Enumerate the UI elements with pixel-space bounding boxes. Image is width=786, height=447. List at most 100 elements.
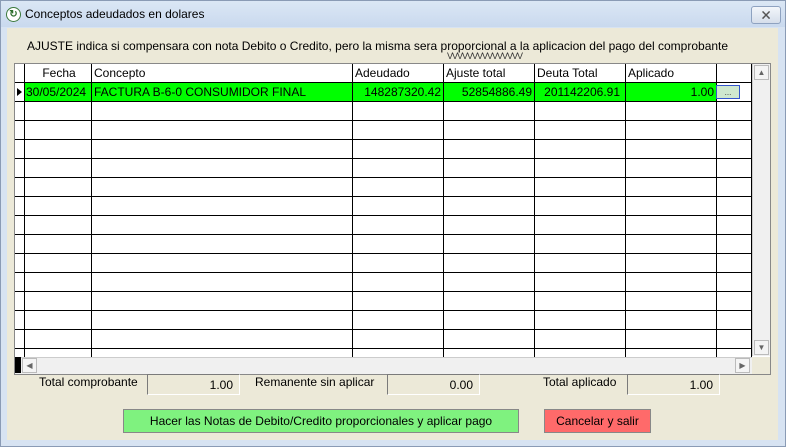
col-header-adeudado[interactable]: Adeudado [353, 64, 444, 82]
empty-cell[interactable] [353, 197, 444, 215]
empty-cell[interactable] [444, 178, 535, 196]
empty-table-row[interactable] [15, 159, 752, 178]
cell-fecha[interactable]: 30/05/2024 [25, 83, 92, 101]
empty-cell[interactable] [535, 273, 626, 291]
empty-cell[interactable] [626, 121, 717, 139]
empty-cell[interactable] [92, 178, 353, 196]
vertical-scrollbar[interactable]: ▲ ▼ [752, 64, 770, 356]
empty-cell[interactable] [353, 292, 444, 310]
empty-cell[interactable] [535, 254, 626, 272]
empty-cell[interactable] [25, 311, 92, 329]
empty-table-row[interactable] [15, 292, 752, 311]
empty-cell[interactable] [626, 159, 717, 177]
empty-cell[interactable] [25, 178, 92, 196]
empty-cell[interactable] [92, 197, 353, 215]
empty-table-row[interactable] [15, 197, 752, 216]
empty-cell[interactable] [444, 216, 535, 234]
empty-cell[interactable] [535, 102, 626, 120]
empty-cell[interactable] [353, 330, 444, 348]
empty-cell[interactable] [717, 292, 752, 310]
empty-cell[interactable] [25, 330, 92, 348]
empty-cell[interactable] [535, 159, 626, 177]
empty-cell[interactable] [535, 235, 626, 253]
empty-cell[interactable] [535, 311, 626, 329]
empty-cell[interactable] [444, 292, 535, 310]
scroll-up-icon[interactable]: ▲ [754, 65, 769, 80]
empty-cell[interactable] [444, 235, 535, 253]
empty-table-row[interactable] [15, 121, 752, 140]
cell-ajuste-total[interactable]: 52854886.49 [444, 83, 535, 101]
empty-cell[interactable] [626, 254, 717, 272]
empty-table-row[interactable] [15, 311, 752, 330]
empty-cell[interactable] [717, 178, 752, 196]
empty-cell[interactable] [444, 273, 535, 291]
empty-cell[interactable] [353, 235, 444, 253]
apply-payment-button[interactable]: Hacer las Notas de Debito/Credito propor… [123, 409, 519, 433]
empty-cell[interactable] [92, 216, 353, 234]
scroll-down-icon[interactable]: ▼ [754, 340, 769, 355]
empty-cell[interactable] [535, 292, 626, 310]
empty-cell[interactable] [717, 330, 752, 348]
empty-cell[interactable] [353, 178, 444, 196]
empty-cell[interactable] [92, 292, 353, 310]
empty-table-row[interactable] [15, 102, 752, 121]
empty-cell[interactable] [535, 197, 626, 215]
empty-cell[interactable] [353, 159, 444, 177]
empty-cell[interactable] [25, 140, 92, 158]
empty-cell[interactable] [535, 121, 626, 139]
empty-cell[interactable] [444, 254, 535, 272]
empty-cell[interactable] [92, 311, 353, 329]
empty-cell[interactable] [92, 121, 353, 139]
empty-table-row[interactable] [15, 216, 752, 235]
empty-cell[interactable] [717, 159, 752, 177]
empty-cell[interactable] [717, 121, 752, 139]
concepts-grid[interactable]: Fecha Concepto Adeudado Ajuste total Deu… [14, 63, 771, 375]
cell-deuda-total[interactable]: 201142206.91 [535, 83, 626, 101]
empty-table-row[interactable] [15, 273, 752, 292]
empty-cell[interactable] [626, 102, 717, 120]
row-action-button[interactable]: ... [716, 85, 740, 99]
close-button[interactable]: 🗙 [751, 6, 781, 24]
empty-cell[interactable] [717, 235, 752, 253]
remanente-field[interactable]: 0.00 [387, 374, 480, 395]
empty-cell[interactable] [717, 102, 752, 120]
cell-concepto[interactable]: FACTURA B-6-0 CONSUMIDOR FINAL [92, 83, 353, 101]
empty-cell[interactable] [444, 102, 535, 120]
empty-cell[interactable] [92, 102, 353, 120]
cell-adeudado[interactable]: 148287320.42 [353, 83, 444, 101]
col-header-deuda-total[interactable]: Deuta Total [535, 64, 626, 82]
empty-cell[interactable] [92, 159, 353, 177]
col-header-action[interactable] [717, 64, 752, 82]
empty-cell[interactable] [626, 311, 717, 329]
empty-cell[interactable] [626, 235, 717, 253]
empty-cell[interactable] [92, 273, 353, 291]
empty-cell[interactable] [92, 235, 353, 253]
empty-cell[interactable] [717, 216, 752, 234]
empty-cell[interactable] [626, 330, 717, 348]
scroll-left-icon[interactable]: ◀ [22, 358, 37, 373]
horizontal-scrollbar[interactable]: ◀ ▶ [15, 357, 752, 374]
empty-cell[interactable] [535, 140, 626, 158]
empty-cell[interactable] [535, 216, 626, 234]
empty-cell[interactable] [25, 292, 92, 310]
empty-cell[interactable] [353, 311, 444, 329]
empty-table-row[interactable] [15, 140, 752, 159]
table-row[interactable]: 30/05/2024 FACTURA B-6-0 CONSUMIDOR FINA… [15, 83, 752, 102]
empty-cell[interactable] [25, 216, 92, 234]
empty-cell[interactable] [25, 235, 92, 253]
empty-cell[interactable] [25, 197, 92, 215]
empty-cell[interactable] [92, 330, 353, 348]
empty-cell[interactable] [25, 254, 92, 272]
scroll-right-icon[interactable]: ▶ [735, 358, 750, 373]
empty-cell[interactable] [626, 197, 717, 215]
empty-cell[interactable] [353, 121, 444, 139]
empty-cell[interactable] [25, 159, 92, 177]
empty-cell[interactable] [626, 292, 717, 310]
empty-cell[interactable] [444, 121, 535, 139]
empty-cell[interactable] [92, 254, 353, 272]
empty-cell[interactable] [25, 102, 92, 120]
col-header-concepto[interactable]: Concepto [92, 64, 353, 82]
empty-cell[interactable] [353, 140, 444, 158]
empty-cell[interactable] [717, 254, 752, 272]
total-aplicado-field[interactable]: 1.00 [627, 374, 720, 395]
